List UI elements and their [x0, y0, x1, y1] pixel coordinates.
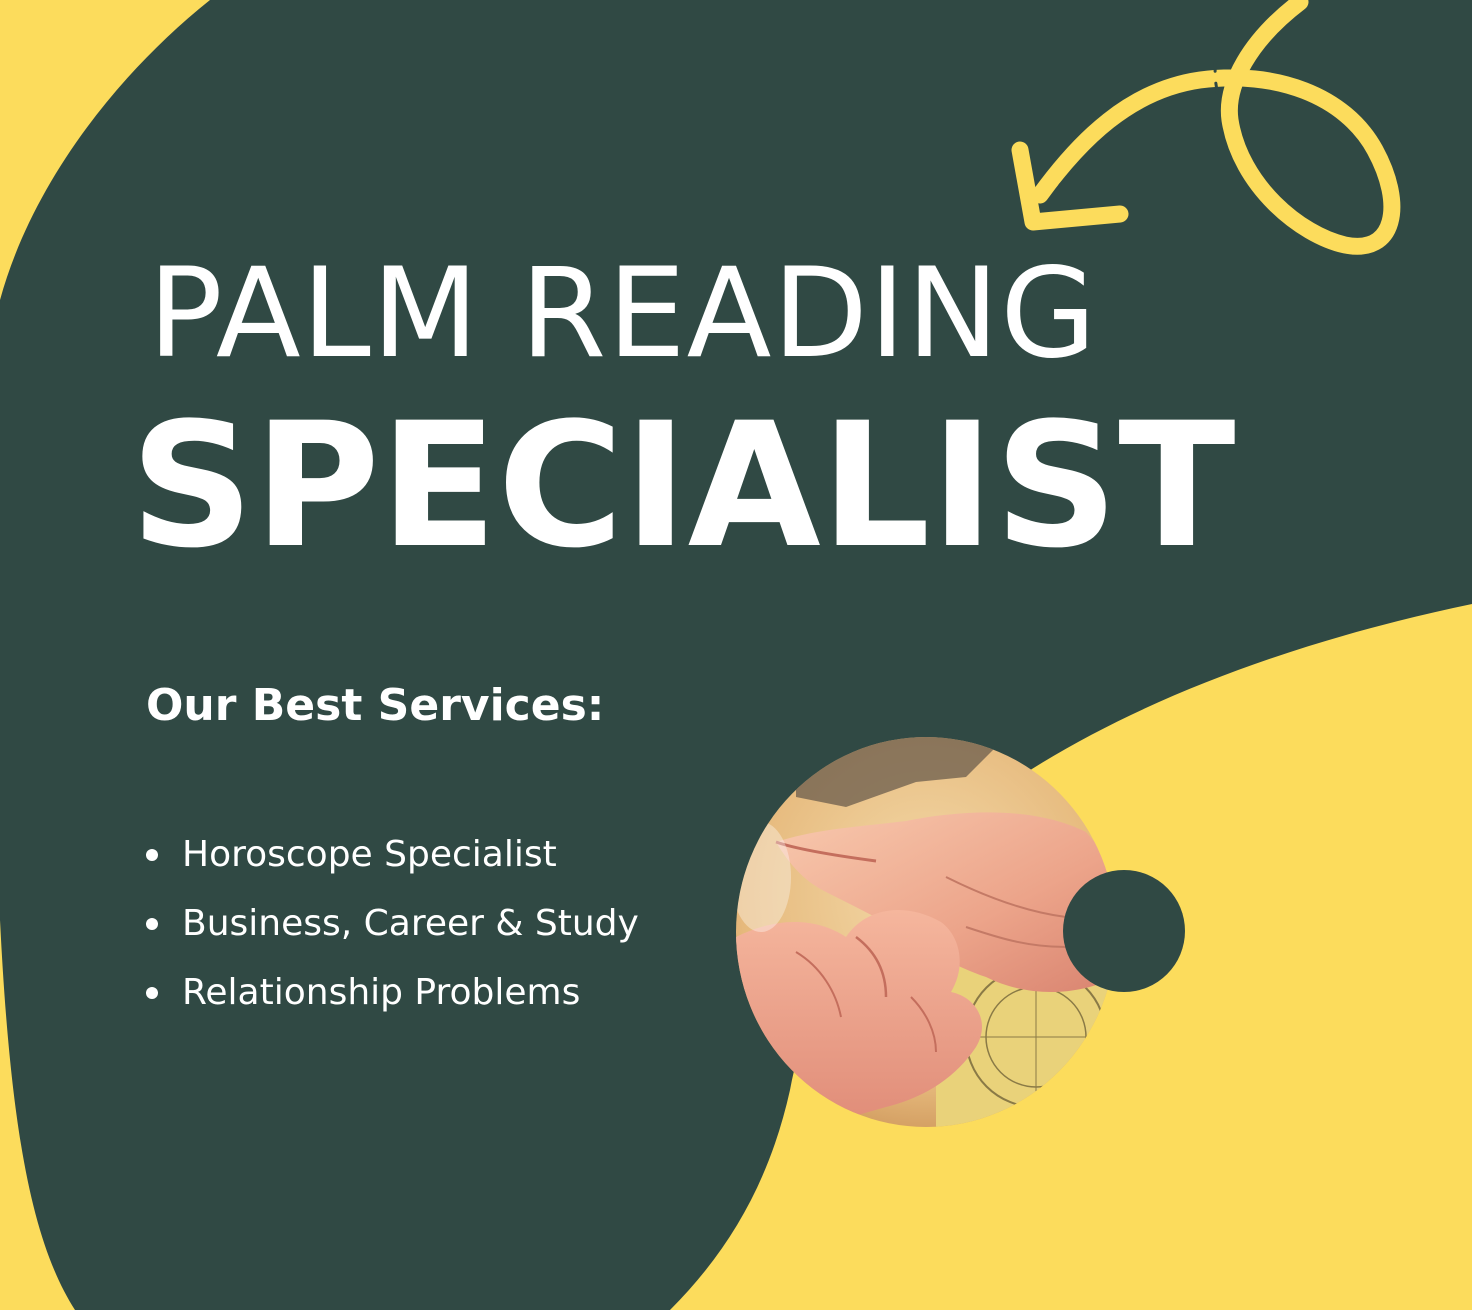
service-label: Horoscope Specialist [182, 834, 557, 875]
service-item: Horoscope Specialist [146, 820, 639, 889]
bullet-icon [146, 917, 158, 930]
title-line-2: SPECIALIST [130, 385, 1236, 586]
palm-reading-photo [736, 737, 1116, 1127]
green-circle-decoration [1063, 870, 1185, 992]
bullet-icon [146, 848, 158, 861]
service-label: Business, Career & Study [182, 903, 639, 944]
service-item: Business, Career & Study [146, 889, 639, 958]
service-item: Relationship Problems [146, 958, 639, 1027]
flyer: PALM READING SPECIALIST Our Best Service… [0, 0, 1472, 1310]
curly-arrow-icon [1011, 0, 1401, 255]
services-list: Horoscope Specialist Business, Career & … [146, 820, 639, 1027]
title-line-1: PALM READING [148, 242, 1098, 386]
services-heading: Our Best Services: [146, 680, 605, 731]
bullet-icon [146, 986, 158, 999]
service-label: Relationship Problems [182, 972, 581, 1013]
hands-photo-illustration [736, 737, 1116, 1127]
